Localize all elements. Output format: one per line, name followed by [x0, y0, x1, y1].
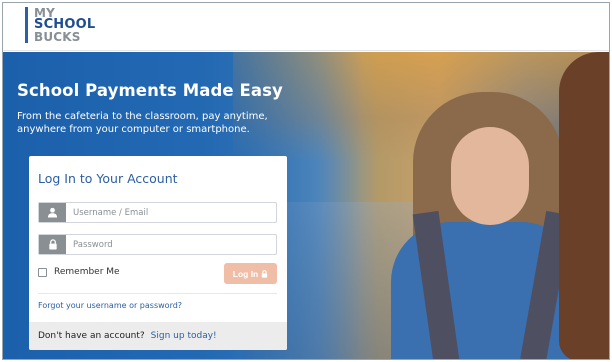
signup-link[interactable]: Sign up today! [151, 331, 217, 341]
app-window: MY SCHOOL BUCKS School Payments Made Eas… [2, 2, 610, 360]
remember-me[interactable]: Remember Me [38, 267, 120, 277]
login-button-label: Log In [232, 268, 259, 279]
login-card-title: Log In to Your Account [38, 171, 178, 186]
forgot-credentials-link[interactable]: Forgot your username or password? [38, 301, 182, 310]
login-card: Log In to Your Account Username / Email … [29, 156, 287, 350]
signup-footer: Don't have an account? Sign up today! [29, 322, 287, 350]
lock-icon [39, 235, 66, 254]
logo-line-bucks: BUCKS [34, 30, 81, 44]
hero-photo-girl-face [451, 127, 529, 225]
divider [38, 293, 277, 294]
lock-icon [262, 269, 268, 278]
password-input[interactable] [73, 237, 269, 252]
login-button[interactable]: Log In [224, 263, 277, 284]
hero-photo-foreground-hair [559, 52, 609, 359]
username-field[interactable] [38, 202, 277, 223]
myschoolbucks-logo[interactable]: MY SCHOOL BUCKS [25, 7, 95, 43]
password-field[interactable] [38, 234, 277, 255]
remember-me-checkbox[interactable] [38, 267, 47, 277]
header: MY SCHOOL BUCKS [3, 3, 609, 51]
username-input[interactable] [73, 205, 269, 220]
hero-subtitle: From the cafeteria to the classroom, pay… [17, 111, 268, 135]
hero-banner: School Payments Made Easy From the cafet… [3, 52, 609, 359]
hero-title: School Payments Made Easy [17, 81, 283, 100]
remember-me-label[interactable]: Remember Me [54, 267, 120, 277]
no-account-text: Don't have an account? [38, 331, 145, 341]
user-icon [39, 203, 66, 222]
